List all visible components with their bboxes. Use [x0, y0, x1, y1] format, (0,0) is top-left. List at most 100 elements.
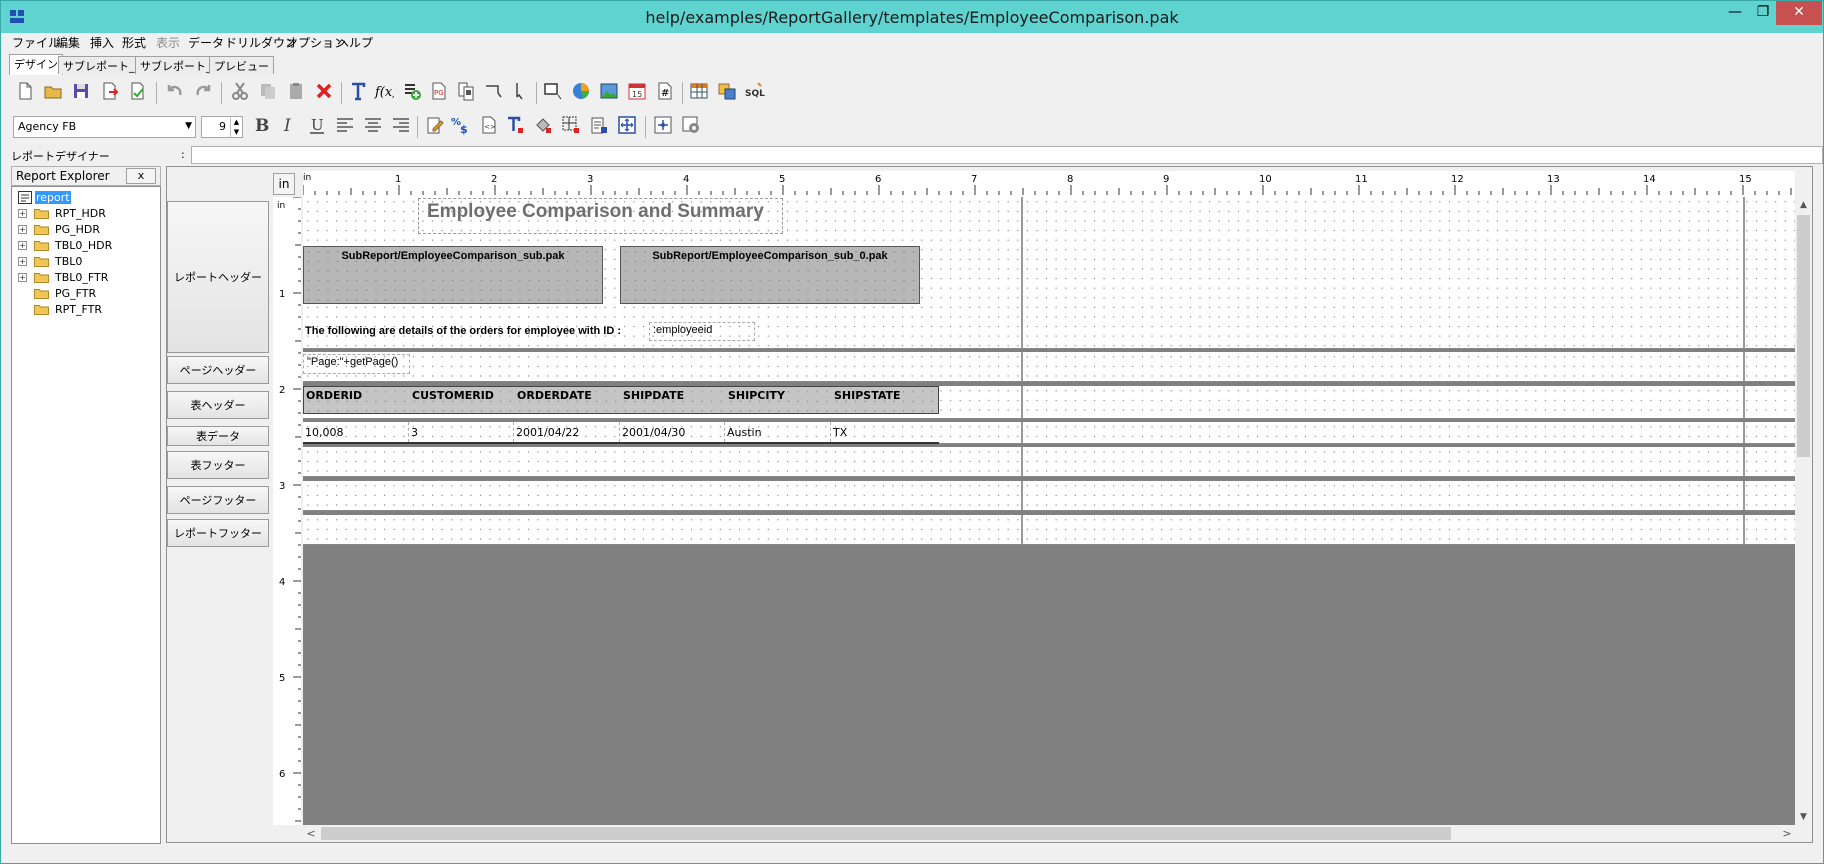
copy-icon[interactable] — [256, 79, 280, 103]
open-icon[interactable] — [41, 79, 65, 103]
cell-shipstate[interactable]: TX — [833, 426, 847, 439]
cell-shipcity[interactable]: Austin — [727, 426, 762, 439]
html-icon[interactable]: <> — [477, 113, 501, 137]
menu-file[interactable]: ファイル — [12, 34, 60, 51]
explorer-close-button[interactable]: x — [126, 168, 156, 184]
band-page-footer[interactable]: ページフッター — [167, 486, 269, 514]
menu-help[interactable]: ヘルプ — [337, 34, 373, 51]
align-right-icon[interactable] — [389, 113, 413, 137]
cell-shipdate[interactable]: 2001/04/30 — [622, 426, 685, 439]
header-shipdate[interactable]: SHIPDATE — [623, 389, 684, 402]
band-report-footer[interactable]: レポートフッター — [167, 519, 269, 547]
maximize-button[interactable]: ❐ — [1746, 1, 1780, 25]
page-number-field[interactable]: "Page:"+getPage() — [303, 354, 410, 374]
vertical-scrollbar[interactable]: ▲ ▼ — [1795, 197, 1812, 825]
unit-button[interactable]: in — [273, 173, 295, 195]
align-center-icon[interactable] — [361, 113, 385, 137]
subreport-icon[interactable] — [454, 79, 478, 103]
bold-icon[interactable]: B — [249, 113, 273, 137]
pointer-icon[interactable] — [508, 79, 532, 103]
tab-subreport-1[interactable]: サブレポート_1 — [58, 56, 147, 74]
undo-icon[interactable] — [163, 79, 187, 103]
chart-icon[interactable] — [569, 79, 593, 103]
text-icon[interactable] — [346, 79, 370, 103]
properties-icon[interactable] — [125, 79, 149, 103]
date-icon[interactable]: 15 — [625, 79, 649, 103]
expand-icon[interactable]: + — [18, 257, 27, 266]
horizontal-scrollbar[interactable]: < > — [303, 825, 1795, 842]
italic-icon[interactable]: I — [277, 113, 301, 137]
cell-orderid[interactable]: 10,008 — [305, 426, 344, 439]
edit-icon[interactable] — [423, 113, 447, 137]
expand-icon[interactable]: + — [18, 241, 27, 250]
scroll-up-icon[interactable]: ▲ — [1795, 197, 1812, 213]
menu-edit[interactable]: 編集 — [56, 34, 80, 51]
delete-icon[interactable] — [312, 79, 336, 103]
text-color-icon[interactable] — [503, 113, 527, 137]
cut-icon[interactable] — [228, 79, 252, 103]
menu-view[interactable]: 表示 — [156, 34, 180, 51]
font-family-select[interactable]: Agency FB ▼ — [13, 116, 196, 138]
close-button[interactable]: ✕ — [1776, 1, 1822, 25]
band-table-header[interactable]: 表ヘッダー — [167, 391, 269, 419]
number-icon[interactable]: # — [653, 79, 677, 103]
fill-color-icon[interactable] — [531, 113, 555, 137]
table-icon[interactable] — [687, 79, 711, 103]
details-label[interactable]: The following are details of the orders … — [305, 325, 621, 337]
formula-icon[interactable]: f(x) — [372, 79, 396, 103]
subreport-2[interactable]: SubReport/EmployeeComparison_sub_0.pak — [620, 246, 920, 304]
spinner-icon[interactable]: ▲ ▼ — [230, 117, 242, 137]
expand-icon[interactable]: + — [18, 209, 27, 218]
page-number-icon[interactable]: PG — [427, 79, 451, 103]
save-icon[interactable] — [69, 79, 93, 103]
paste-icon[interactable] — [284, 79, 308, 103]
designer-input[interactable] — [191, 146, 1823, 164]
band-page-header[interactable]: ページヘッダー — [167, 356, 269, 384]
ruler-top-label: 10 — [1259, 174, 1272, 185]
export-icon[interactable] — [97, 79, 121, 103]
format-icon[interactable] — [587, 113, 611, 137]
horizontal-scroll-thumb[interactable] — [321, 827, 1451, 840]
expand-icon[interactable]: + — [18, 225, 27, 234]
move-icon[interactable] — [615, 113, 639, 137]
scroll-down-icon[interactable]: ▼ — [1795, 809, 1812, 825]
border-icon[interactable] — [559, 113, 583, 137]
header-shipstate[interactable]: SHIPSTATE — [834, 389, 901, 402]
menu-bar: ファイル 編集 挿入 形式 表示 データ ドリルダウン オプション ヘルプ — [2, 33, 1822, 51]
scroll-right-icon[interactable]: > — [1779, 825, 1795, 842]
menu-data[interactable]: データ — [188, 34, 224, 51]
font-size-stepper[interactable]: 9 ▲ ▼ — [201, 116, 243, 138]
database-icon[interactable] — [715, 79, 739, 103]
underline-icon[interactable]: U — [305, 113, 329, 137]
band-table-footer[interactable]: 表フッター — [167, 451, 269, 479]
scroll-left-icon[interactable]: < — [303, 825, 319, 842]
header-customerid[interactable]: CUSTOMERID — [412, 389, 494, 402]
subreport-1[interactable]: SubReport/EmployeeComparison_sub.pak — [303, 246, 603, 304]
band-report-header[interactable]: レポートヘッダー — [167, 201, 269, 353]
line-icon[interactable] — [482, 79, 506, 103]
new-icon[interactable] — [13, 79, 37, 103]
position-icon[interactable] — [651, 113, 675, 137]
settings-icon[interactable] — [679, 113, 703, 137]
report-title[interactable]: Employee Comparison and Summary — [418, 198, 783, 234]
sql-icon[interactable]: SQL — [743, 79, 767, 103]
header-orderid[interactable]: ORDERID — [306, 389, 362, 402]
employee-id-field[interactable]: :employeeid — [649, 322, 755, 341]
tab-design[interactable]: デザイン — [9, 54, 63, 75]
cell-customerid[interactable]: 3 — [411, 426, 418, 439]
percent-icon[interactable]: % $ — [449, 113, 473, 137]
vertical-scroll-thumb[interactable] — [1797, 215, 1810, 457]
tab-preview[interactable]: プレビュー — [209, 56, 274, 74]
image-icon[interactable] — [597, 79, 621, 103]
expand-icon[interactable]: + — [18, 273, 27, 282]
header-orderdate[interactable]: ORDERDATE — [517, 389, 592, 402]
band-table-data[interactable]: 表データ — [167, 426, 269, 446]
align-left-icon[interactable] — [333, 113, 357, 137]
menu-format[interactable]: 形式 — [122, 34, 146, 51]
menu-insert[interactable]: 挿入 — [90, 34, 114, 51]
add-column-icon[interactable] — [400, 79, 424, 103]
header-shipcity[interactable]: SHIPCITY — [728, 389, 785, 402]
cell-orderdate[interactable]: 2001/04/22 — [516, 426, 579, 439]
rectangle-icon[interactable] — [541, 79, 565, 103]
redo-icon[interactable] — [191, 79, 215, 103]
